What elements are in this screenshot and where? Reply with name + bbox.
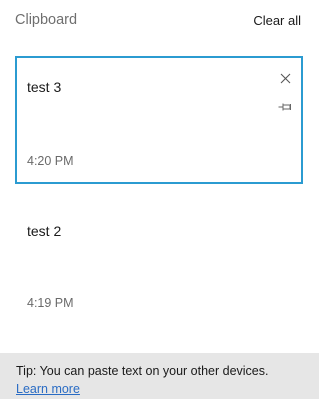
clipboard-item[interactable]: test 2 4:19 PM [15, 186, 303, 314]
clipboard-item-time: 4:19 PM [27, 296, 74, 310]
clipboard-item-time: 4:20 PM [27, 154, 74, 168]
close-icon[interactable] [277, 70, 293, 86]
clipboard-item[interactable]: test 3 4:20 PM [15, 56, 303, 184]
clipboard-title: Clipboard [15, 12, 78, 28]
learn-more-link[interactable]: Learn more [16, 382, 80, 396]
tip-text: Tip: You can paste text on your other de… [16, 364, 269, 378]
clipboard-item-text: test 2 [27, 223, 62, 239]
clear-all-button[interactable]: Clear all [253, 13, 301, 28]
clipboard-header: Clipboard Clear all [0, 0, 319, 42]
pin-icon[interactable] [277, 99, 293, 115]
clipboard-panel: Clipboard Clear all test 3 4:20 PM test … [0, 0, 319, 399]
clipboard-item-text: test 3 [27, 79, 62, 95]
tip-footer: Tip: You can paste text on your other de… [0, 353, 319, 399]
